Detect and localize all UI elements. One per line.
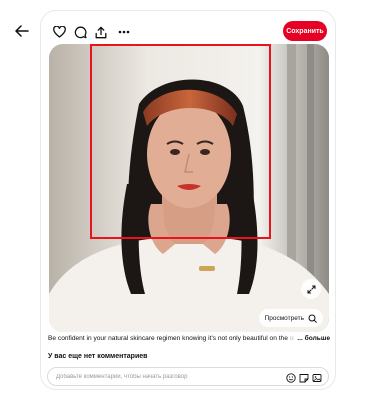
- view-button-label: Просмотреть: [264, 314, 304, 322]
- like-button[interactable]: [51, 24, 67, 40]
- share-button[interactable]: [93, 24, 109, 40]
- image-icon: [312, 373, 321, 382]
- save-button[interactable]: Сохранить: [283, 21, 327, 41]
- share-icon: [95, 26, 107, 38]
- comment-button[interactable]: [72, 24, 88, 40]
- pin-image[interactable]: Просмотреть: [49, 44, 329, 332]
- more-icon: [118, 30, 130, 34]
- heart-icon: [52, 26, 66, 38]
- arrow-left-icon: [15, 25, 29, 37]
- lens-search-icon: [308, 314, 317, 323]
- comment-icon: [74, 26, 87, 38]
- expand-button[interactable]: [301, 279, 321, 299]
- image-button[interactable]: [311, 372, 322, 383]
- more-link[interactable]: ... больше: [294, 334, 330, 343]
- comment-input[interactable]: [48, 373, 278, 380]
- expand-icon: [307, 285, 315, 293]
- sticker-icon: [299, 373, 308, 382]
- emoji-icon: [285, 372, 296, 383]
- sticker-button[interactable]: [298, 372, 309, 383]
- portrait-illustration: [49, 44, 329, 332]
- description-text: Be confident in your natural skincare re…: [48, 335, 288, 342]
- emoji-button[interactable]: [285, 372, 296, 383]
- view-button[interactable]: Просмотреть: [258, 309, 323, 327]
- comment-box: [47, 367, 329, 386]
- no-comments-label: У вас еще нет комментариев: [48, 353, 148, 360]
- more-button[interactable]: [116, 24, 132, 40]
- back-button[interactable]: [13, 22, 31, 40]
- pin-description: Be confident in your natural skincare re…: [48, 334, 330, 343]
- pin-card: Сохранить Просмотреть Be confident in yo…: [40, 10, 336, 390]
